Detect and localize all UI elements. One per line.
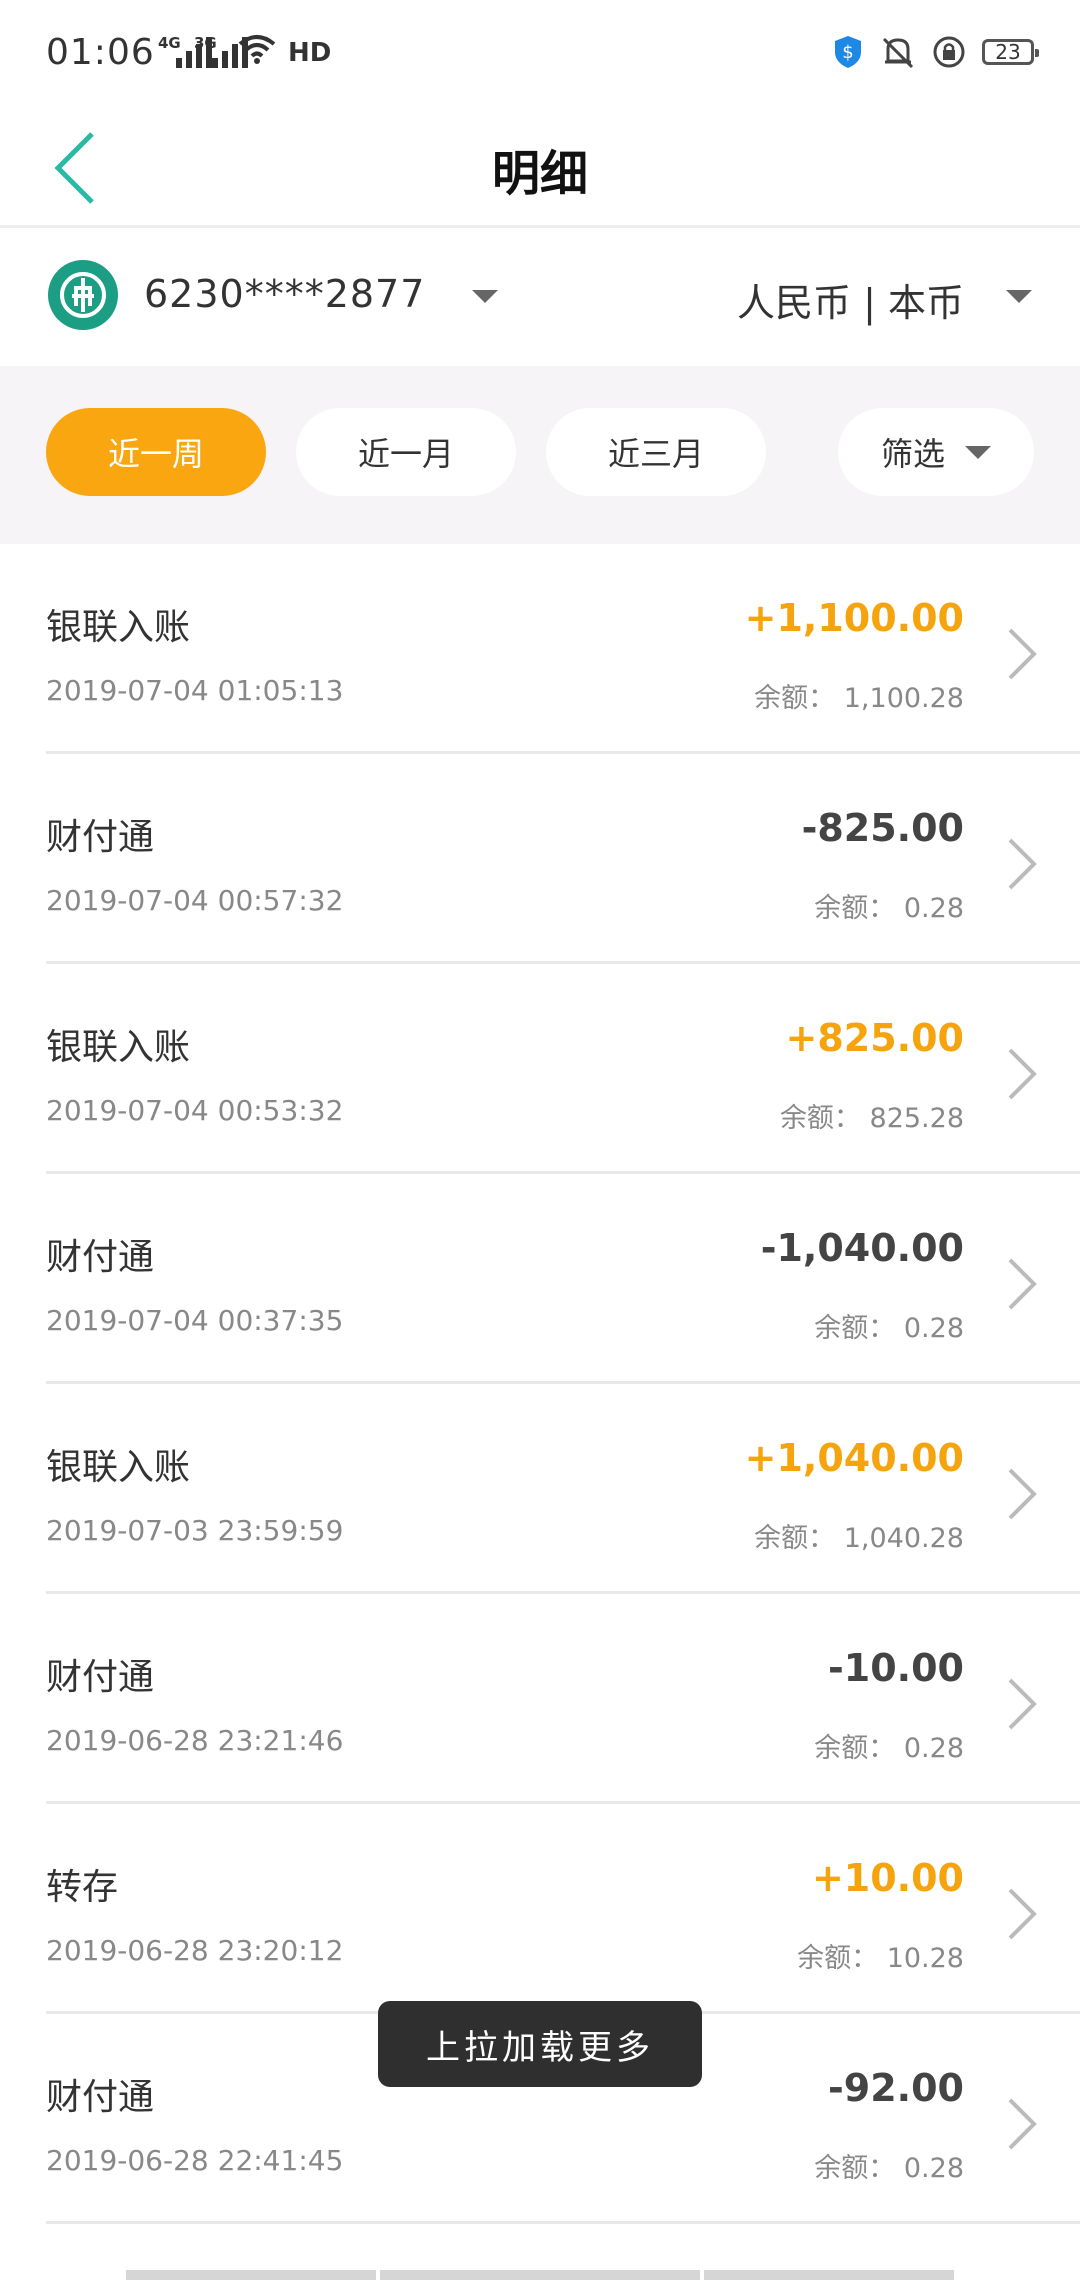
svg-text:$: $ — [842, 42, 853, 63]
mute-icon — [882, 37, 914, 69]
currency-selector[interactable]: 人民币 | 本币 — [737, 272, 964, 327]
transaction-balance: 余额： 0.28 — [814, 893, 964, 924]
chevron-down-icon[interactable] — [1006, 290, 1032, 303]
transaction-row[interactable]: 银联入账 2019-07-04 00:53:32 +825.00 余额： 825… — [46, 964, 1080, 1174]
status-time: 01:06 — [46, 32, 155, 73]
transaction-balance: 余额： 825.28 — [779, 1103, 964, 1134]
hd-icon: HD — [288, 38, 332, 68]
transaction-amount: -92.00 — [828, 2066, 964, 2110]
chevron-right-icon — [1008, 1678, 1037, 1730]
transaction-amount: -825.00 — [801, 806, 964, 850]
transaction-row[interactable]: 财付通 2019-07-04 00:57:32 -825.00 余额： 0.28 — [46, 754, 1080, 964]
filter-month-button[interactable]: 近一月 — [296, 408, 516, 496]
transaction-amount: +825.00 — [785, 1016, 964, 1060]
transaction-balance: 余额： 10.28 — [797, 1943, 964, 1974]
transaction-row[interactable]: 银联入账 2019-07-04 01:05:13 +1,100.00 余额： 1… — [46, 544, 1080, 754]
filter-three-months-button[interactable]: 近三月 — [546, 408, 766, 496]
filter-bar: 近一周 近一月 近三月 筛选 — [0, 366, 1080, 544]
chevron-down-icon[interactable] — [472, 290, 498, 303]
transaction-date: 2019-06-28 23:21:46 — [46, 1724, 344, 1757]
chevron-right-icon — [1008, 1258, 1037, 1310]
chevron-right-icon — [1008, 1468, 1037, 1520]
transaction-amount: +10.00 — [811, 1856, 964, 1900]
chevron-right-icon — [1008, 1048, 1037, 1100]
transaction-amount: -10.00 — [828, 1646, 964, 1690]
lock-rotation-icon — [933, 36, 965, 68]
page-title: 明细 — [491, 146, 588, 202]
transaction-date: 2019-06-28 22:41:45 — [46, 2144, 344, 2177]
transaction-title: 转存 — [46, 1867, 119, 1908]
filter-options-button[interactable]: 筛选 — [838, 408, 1034, 496]
bottom-bar-segment — [704, 2270, 954, 2280]
transaction-balance: 余额： 1,100.28 — [754, 683, 964, 714]
transaction-date: 2019-06-28 23:20:12 — [46, 1934, 344, 1967]
chevron-right-icon — [1008, 2098, 1037, 2150]
chevron-right-icon — [1008, 1888, 1037, 1940]
transaction-row[interactable]: 银联入账 2019-07-03 23:59:59 +1,040.00 余额： 1… — [46, 1384, 1080, 1594]
transaction-amount: -1,040.00 — [760, 1226, 964, 1270]
status-bar: 01:06 4G 3G HD $ 23 — [0, 0, 1080, 110]
account-number: 6230****2877 — [144, 272, 426, 316]
transaction-row[interactable]: 财付通 2019-06-28 23:21:46 -10.00 余额： 0.28 — [46, 1594, 1080, 1804]
wifi-icon — [238, 35, 276, 64]
chevron-right-icon — [1008, 628, 1037, 680]
transaction-list: 银联入账 2019-07-04 01:05:13 +1,100.00 余额： 1… — [0, 544, 1080, 2224]
header: 明细 — [0, 110, 1080, 228]
transaction-balance: 余额： 1,040.28 — [754, 1523, 964, 1554]
bank-logo-icon — [48, 260, 118, 330]
transaction-row[interactable]: 财付通 2019-07-04 00:37:35 -1,040.00 余额： 0.… — [46, 1174, 1080, 1384]
transaction-balance: 余额： 0.28 — [814, 2153, 964, 2184]
transaction-balance: 余额： 0.28 — [814, 1313, 964, 1344]
chevron-right-icon — [1008, 838, 1037, 890]
account-selector[interactable]: 6230****2877 人民币 | 本币 — [0, 228, 1080, 366]
load-more-toast: 上拉加载更多 — [378, 2001, 702, 2087]
transaction-title: 银联入账 — [46, 1027, 191, 1068]
chevron-down-icon — [965, 445, 991, 459]
transaction-date: 2019-07-04 00:57:32 — [46, 884, 344, 917]
transaction-row[interactable]: 转存 2019-06-28 23:20:12 +10.00 余额： 10.28 — [46, 1804, 1080, 2014]
transaction-title: 财付通 — [46, 1657, 155, 1698]
transaction-date: 2019-07-04 00:37:35 — [46, 1304, 344, 1337]
bottom-bar-segment — [380, 2270, 700, 2280]
transaction-amount: +1,100.00 — [744, 596, 964, 640]
shield-icon: $ — [835, 36, 861, 68]
status-right-icons: $ 23 — [832, 34, 1039, 70]
transaction-title: 银联入账 — [46, 607, 191, 648]
transaction-date: 2019-07-04 00:53:32 — [46, 1094, 344, 1127]
bottom-bar-segment — [126, 2270, 376, 2280]
screen: 01:06 4G 3G HD $ 23 明细 6230****2877 人民币 … — [0, 0, 1080, 2280]
transaction-amount: +1,040.00 — [744, 1436, 964, 1480]
transaction-date: 2019-07-04 01:05:13 — [46, 674, 344, 707]
transaction-title: 财付通 — [46, 817, 155, 858]
filter-week-button[interactable]: 近一周 — [46, 408, 266, 496]
transaction-title: 财付通 — [46, 2077, 155, 2118]
transaction-balance: 余额： 0.28 — [814, 1733, 964, 1764]
transaction-title: 财付通 — [46, 1237, 155, 1278]
battery-icon: 23 — [982, 39, 1039, 65]
transaction-date: 2019-07-03 23:59:59 — [46, 1514, 344, 1547]
transaction-title: 银联入账 — [46, 1447, 191, 1488]
